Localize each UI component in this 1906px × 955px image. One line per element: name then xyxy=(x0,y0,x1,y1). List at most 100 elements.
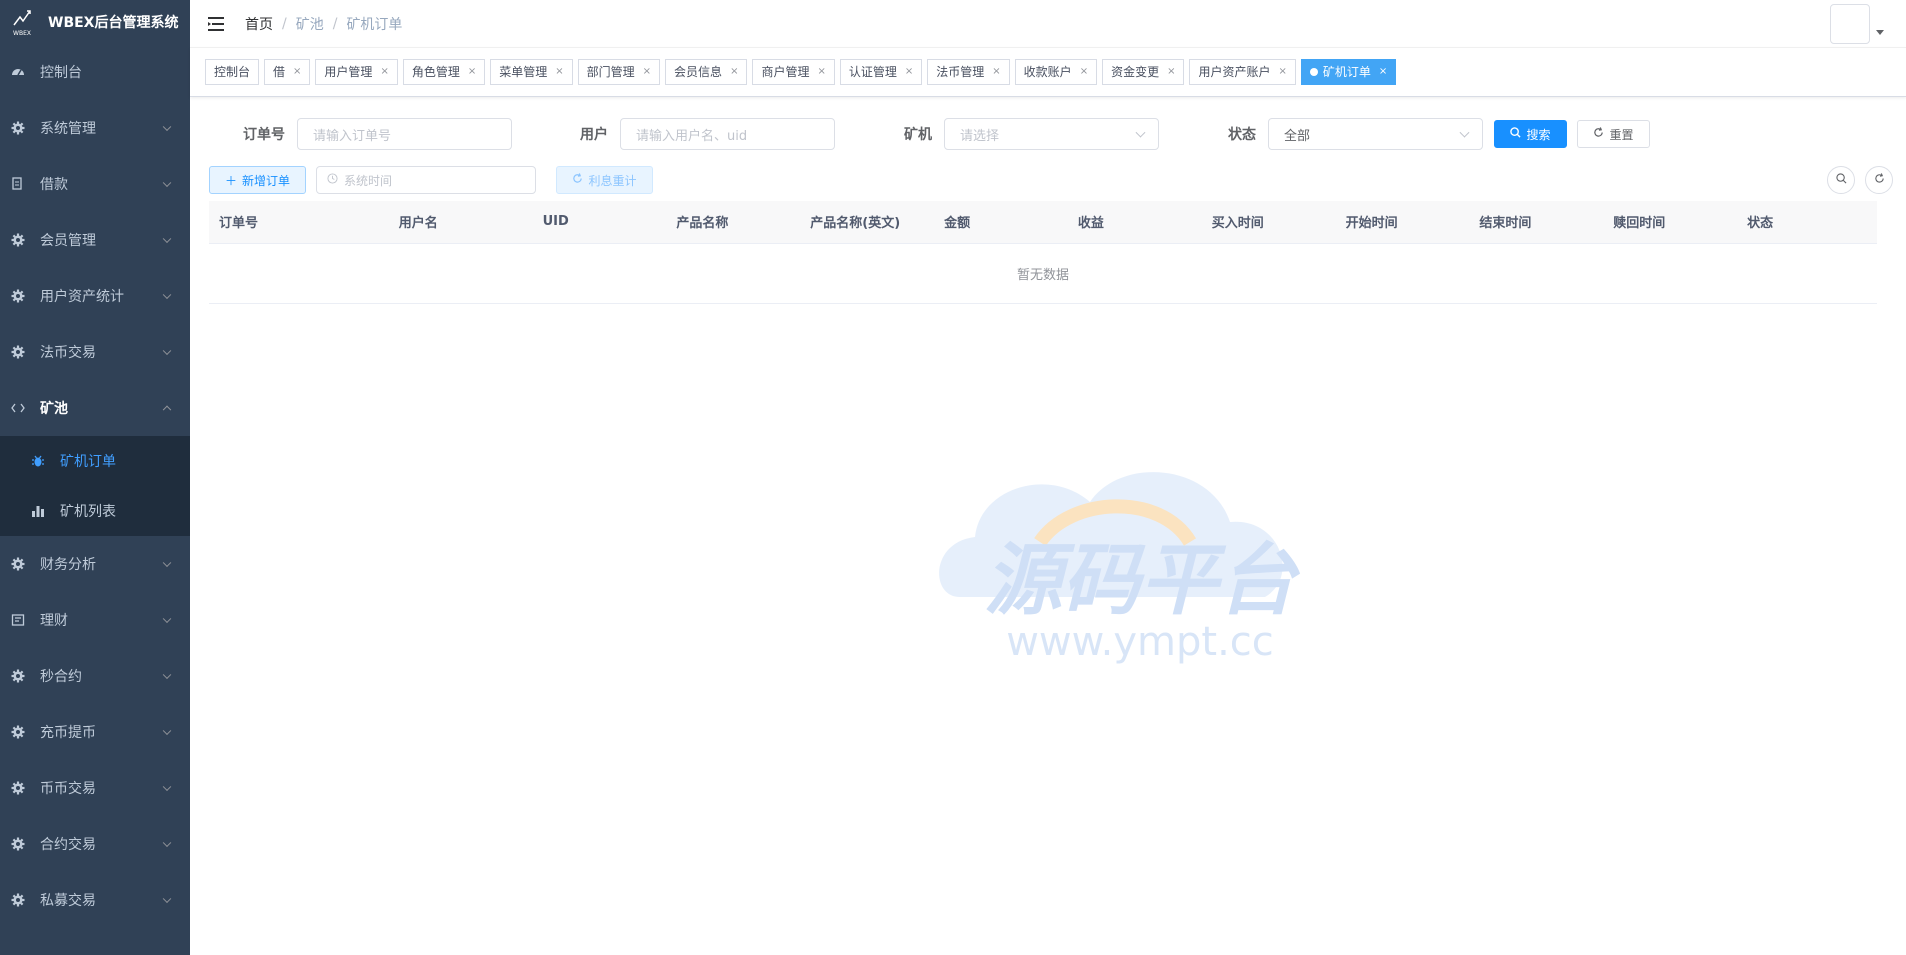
tab-tag[interactable]: 控制台 xyxy=(205,59,260,85)
caret-down-icon[interactable] xyxy=(1876,30,1884,35)
reset-button-label: 重置 xyxy=(1609,127,1634,142)
close-icon[interactable]: × xyxy=(905,60,913,84)
close-icon[interactable]: × xyxy=(293,60,301,84)
breadcrumb-pool: 矿池 xyxy=(295,16,324,33)
sidebar-item[interactable]: 系统管理 xyxy=(0,100,190,156)
interest-recalc-label: 利息重计 xyxy=(588,173,637,188)
search-toggle-button[interactable] xyxy=(1827,166,1855,194)
sidebar-item[interactable]: 理财 xyxy=(0,592,190,648)
sidebar-item-label: 秒合约 xyxy=(40,669,82,685)
sidebar-item[interactable]: 法币交易 xyxy=(0,324,190,380)
active-dot-icon xyxy=(1309,68,1318,76)
interest-recalc-button[interactable]: 利息重计 xyxy=(556,166,653,194)
close-icon[interactable]: × xyxy=(1379,60,1387,84)
close-icon[interactable]: × xyxy=(555,60,563,84)
close-icon[interactable]: × xyxy=(1279,60,1287,84)
tab-tag[interactable]: 用户管理 × xyxy=(315,59,398,85)
logo-area[interactable]: WBEX WBEX后台管理系统 xyxy=(0,0,190,44)
sidebar-item-label: 私募交易 xyxy=(40,893,96,909)
close-icon[interactable]: × xyxy=(992,60,1000,84)
search-icon xyxy=(1510,127,1522,141)
sidebar-item[interactable]: 合约交易 xyxy=(0,816,190,872)
close-icon[interactable]: × xyxy=(730,60,738,84)
search-button[interactable]: 搜索 xyxy=(1494,120,1567,148)
order-no-input[interactable]: 请输入订单号 xyxy=(297,118,512,150)
sidebar-item[interactable]: 秒合约 xyxy=(0,648,190,704)
tab-tag[interactable]: 资金变更 × xyxy=(1102,59,1185,85)
gear-icon xyxy=(10,232,26,248)
sidebar-item[interactable]: 财务分析 xyxy=(0,536,190,592)
sidebar-item[interactable]: 借款 xyxy=(0,156,190,212)
sidebar-item[interactable]: 充币提币 xyxy=(0,704,190,760)
chevron-down-icon xyxy=(162,178,172,188)
table-empty-row: 暂无数据 xyxy=(209,243,1877,304)
tab-tag-label: 资金变更 xyxy=(1111,65,1160,79)
column-header[interactable]: 结束时间 xyxy=(1469,201,1604,244)
refresh-button[interactable] xyxy=(1865,166,1893,194)
sidebar-item[interactable]: 矿池 xyxy=(0,380,190,436)
gear-icon xyxy=(10,120,26,136)
chevron-down-icon xyxy=(1459,127,1470,138)
chevron-up-icon xyxy=(162,405,172,415)
miner-select[interactable]: 请选择 xyxy=(944,118,1159,150)
tab-tag[interactable]: 收款账户 × xyxy=(1014,59,1098,85)
tab-tag[interactable]: 法币管理 × xyxy=(927,59,1010,85)
sidebar-item[interactable]: 私募交易 xyxy=(0,872,190,928)
close-icon[interactable]: × xyxy=(380,60,388,84)
column-header[interactable]: 订单号 xyxy=(209,201,389,244)
tab-tag-label: 控制台 xyxy=(214,65,251,79)
plus-icon: ＋ xyxy=(224,173,237,188)
date-input[interactable]: 系统时间 xyxy=(316,166,536,194)
watermark-logo: 源码平台 www.ympt.cc xyxy=(939,472,1301,665)
column-header[interactable]: 产品名称(英文) xyxy=(800,201,935,244)
column-header[interactable]: 用户名 xyxy=(388,201,533,244)
reset-button[interactable]: 重置 xyxy=(1577,120,1650,148)
column-header[interactable]: 赎回时间 xyxy=(1603,201,1738,244)
close-icon[interactable]: × xyxy=(1080,60,1088,84)
tab-tag[interactable]: 部门管理 × xyxy=(577,59,661,85)
search-button-label: 搜索 xyxy=(1526,127,1551,142)
column-header[interactable]: 产品名称 xyxy=(666,201,801,244)
avatar[interactable] xyxy=(1830,4,1870,44)
tab-tag[interactable]: 菜单管理 × xyxy=(490,59,573,85)
close-icon[interactable]: × xyxy=(643,60,651,84)
column-header[interactable]: 开始时间 xyxy=(1335,201,1470,244)
sidebar-item[interactable]: 币币交易 xyxy=(0,760,190,816)
orders-table: 订单号 用户名 UID 产品名称 产品名称(英文) 金额 收益 买入时间 开始时间 结束时间 赎回时… xyxy=(209,201,1877,304)
tab-tag[interactable]: 借 × xyxy=(264,59,311,85)
bug-icon xyxy=(30,453,46,469)
hamburger-icon[interactable] xyxy=(207,15,225,33)
date-placeholder: 系统时间 xyxy=(344,173,393,188)
column-header[interactable]: 金额 xyxy=(934,201,1068,244)
sidebar-item-label: 充币提币 xyxy=(40,725,96,741)
gear-icon xyxy=(10,556,26,572)
sidebar-subitem[interactable]: 矿机列表 xyxy=(0,486,190,536)
breadcrumb-home[interactable]: 首页 xyxy=(245,14,273,34)
tab-tag[interactable]: 认证管理 × xyxy=(839,59,923,85)
sidebar-item[interactable]: 控制台 xyxy=(0,44,190,100)
sidebar-subitem[interactable]: 矿机订单 xyxy=(0,436,190,486)
column-header[interactable]: UID xyxy=(532,201,667,244)
tab-tag[interactable]: 用户资产账户 × xyxy=(1189,59,1296,85)
tab-tag[interactable]: 矿机订单 × xyxy=(1300,59,1397,85)
close-icon[interactable]: × xyxy=(1167,60,1175,84)
column-header[interactable]: 买入时间 xyxy=(1201,201,1336,244)
gear-icon xyxy=(10,836,26,852)
column-header[interactable]: 状态 xyxy=(1737,201,1877,244)
column-header[interactable]: 收益 xyxy=(1067,201,1202,244)
table-header-row: 订单号 用户名 UID 产品名称 产品名称(英文) 金额 收益 买入时间 开始时间 结束时间 赎回时… xyxy=(209,201,1877,244)
logo-text: WBEX xyxy=(13,30,31,37)
sidebar-item[interactable]: 会员管理 xyxy=(0,212,190,268)
tab-tag[interactable]: 角色管理 × xyxy=(402,59,486,85)
miner-placeholder: 请选择 xyxy=(960,128,1000,144)
sidebar-item[interactable]: 用户资产统计 xyxy=(0,268,190,324)
user-input[interactable]: 请输入用户名、uid xyxy=(620,118,835,150)
close-icon[interactable]: × xyxy=(817,60,825,84)
main-area: 首页 / 矿池 / 矿机订单 控制台借 × 用户管理 × 角色管理 × 菜单管理 × 部门管理 ×… xyxy=(190,0,1906,955)
add-order-button[interactable]: ＋ 新增订单 xyxy=(209,166,306,194)
status-select[interactable]: 全部 xyxy=(1268,118,1483,150)
tab-tag[interactable]: 商户管理 × xyxy=(752,59,835,85)
close-icon[interactable]: × xyxy=(468,60,476,84)
tab-tag[interactable]: 会员信息 × xyxy=(665,59,748,85)
chevron-down-icon xyxy=(162,290,172,300)
